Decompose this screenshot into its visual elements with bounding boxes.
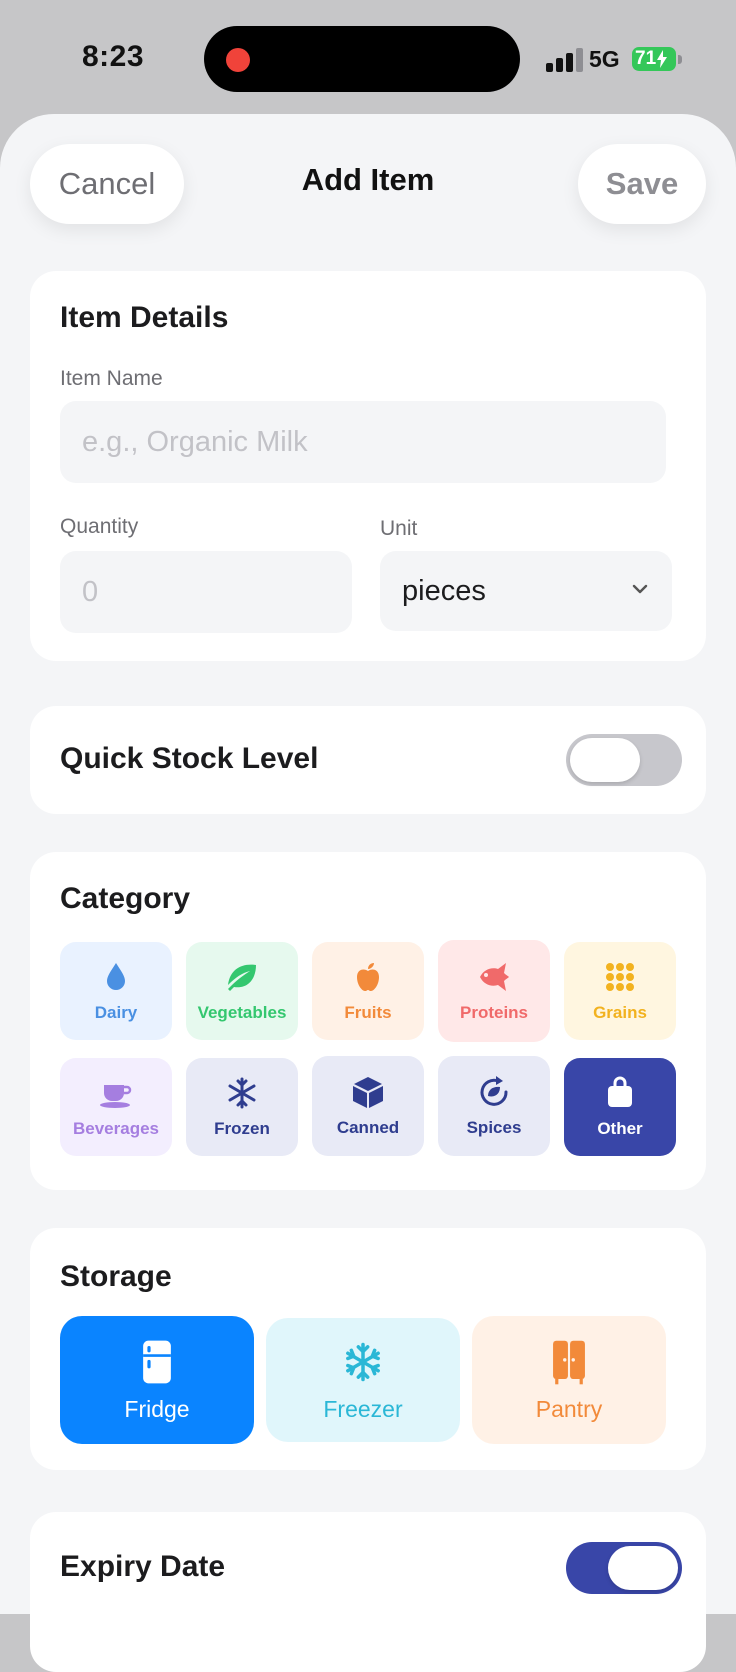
category-label: Frozen <box>214 1119 270 1138</box>
storage-pantry[interactable]: Pantry <box>472 1316 666 1444</box>
category-fruits[interactable]: Fruits <box>312 942 424 1040</box>
storage-label: Pantry <box>535 1395 603 1422</box>
battery-level: 71 <box>635 48 657 69</box>
signal-icon <box>546 48 583 72</box>
storage-freezer[interactable]: Freezer <box>266 1318 460 1442</box>
snowflake-icon <box>228 1077 256 1109</box>
category-vegetables[interactable]: Vegetables <box>186 942 298 1040</box>
category-canned[interactable]: Canned <box>312 1056 424 1156</box>
category-label: Fruits <box>344 1003 392 1022</box>
item-name-label: Item Name <box>60 367 163 390</box>
item-details-title: Item Details <box>60 301 229 334</box>
storage-fridge[interactable]: Fridge <box>60 1316 254 1444</box>
category-label: Beverages <box>72 1119 159 1138</box>
refresh-leaf-icon <box>480 1076 508 1106</box>
chevron-down-icon <box>632 584 648 594</box>
toggle-knob <box>608 1546 678 1590</box>
battery-icon: 71 <box>632 47 676 71</box>
category-label: Canned <box>336 1118 400 1137</box>
category-grains[interactable]: Grains <box>564 942 676 1040</box>
storage-label: Freezer <box>323 1395 403 1422</box>
cabinet-icon <box>553 1340 585 1384</box>
dynamic-island <box>204 26 520 92</box>
category-title: Category <box>60 882 191 915</box>
snowflake-icon <box>346 1342 380 1381</box>
add-item-sheet: Cancel Add Item Save Item Details Item N… <box>0 114 736 1672</box>
drop-icon <box>107 963 125 990</box>
category-label: Dairy <box>94 1003 138 1022</box>
fish-icon <box>480 963 509 991</box>
unit-select[interactable]: pieces <box>380 551 672 631</box>
network-type: 5G <box>589 46 620 72</box>
category-frozen[interactable]: Frozen <box>186 1058 298 1156</box>
save-button[interactable]: Save <box>578 144 706 224</box>
category-spices[interactable]: Spices <box>438 1056 550 1156</box>
storage-card: Storage Fridge Freezer Pantry <box>30 1228 706 1470</box>
battery-tip <box>678 55 682 64</box>
category-dairy[interactable]: Dairy <box>60 942 172 1040</box>
category-label: Other <box>597 1119 643 1138</box>
status-time: 8:23 <box>82 40 145 73</box>
box-icon <box>353 1077 383 1108</box>
grid-dots-icon <box>606 963 634 991</box>
quick-stock-toggle[interactable] <box>566 734 682 786</box>
category-card: Category Dairy Vegetables Fruits Protein… <box>30 852 706 1190</box>
apple-icon <box>357 963 379 991</box>
category-label: Spices <box>466 1118 522 1137</box>
cancel-button[interactable]: Cancel <box>30 144 184 224</box>
recording-indicator-icon <box>226 48 250 72</box>
category-other[interactable]: Other <box>564 1058 676 1156</box>
category-proteins[interactable]: Proteins <box>438 940 550 1042</box>
item-details-card: Item Details Item Name Quantity Unit pie… <box>30 271 706 661</box>
storage-title: Storage <box>60 1260 172 1293</box>
expiry-toggle[interactable] <box>566 1542 682 1594</box>
leaf-icon <box>228 964 256 991</box>
category-label: Vegetables <box>197 1003 287 1022</box>
quick-stock-card: Quick Stock Level <box>30 706 706 814</box>
category-label: Grains <box>593 1003 647 1022</box>
expiry-title: Expiry Date <box>60 1550 226 1583</box>
storage-label: Fridge <box>124 1395 190 1422</box>
charging-bolt-icon <box>657 50 668 68</box>
category-beverages[interactable]: Beverages <box>60 1058 172 1156</box>
fridge-icon <box>143 1340 171 1383</box>
bag-icon <box>608 1076 632 1107</box>
unit-value: pieces <box>402 574 486 607</box>
item-name-input[interactable] <box>60 401 666 483</box>
cup-icon <box>100 1085 132 1108</box>
quantity-input[interactable] <box>60 551 352 633</box>
status-bar: 8:23 5G 71 <box>0 0 736 110</box>
expiry-card: Expiry Date <box>30 1512 706 1672</box>
quantity-label: Quantity <box>60 515 139 538</box>
unit-label: Unit <box>380 517 418 540</box>
quick-stock-title: Quick Stock Level <box>60 742 319 775</box>
category-label: Proteins <box>459 1003 529 1022</box>
toggle-knob <box>570 738 640 782</box>
page-title: Add Item <box>301 162 435 197</box>
